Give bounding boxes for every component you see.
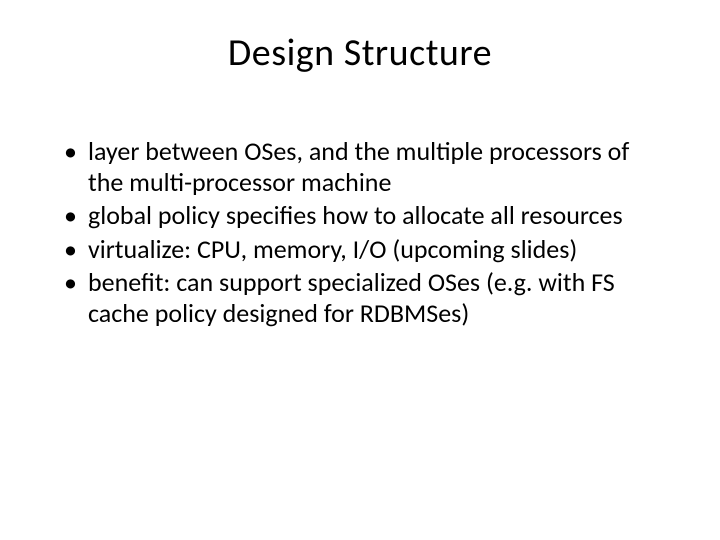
bullet-item: layer between OSes, and the multiple pro…: [60, 136, 660, 198]
bullet-list: layer between OSes, and the multiple pro…: [60, 136, 660, 329]
slide-container: Design Structure layer between OSes, and…: [0, 0, 720, 540]
bullet-item: global policy specifies how to allocate …: [60, 200, 660, 231]
bullet-item: benefit: can support specialized OSes (e…: [60, 267, 660, 329]
slide-title: Design Structure: [60, 30, 660, 76]
bullet-item: virtualize: CPU, memory, I/O (upcoming s…: [60, 234, 660, 265]
